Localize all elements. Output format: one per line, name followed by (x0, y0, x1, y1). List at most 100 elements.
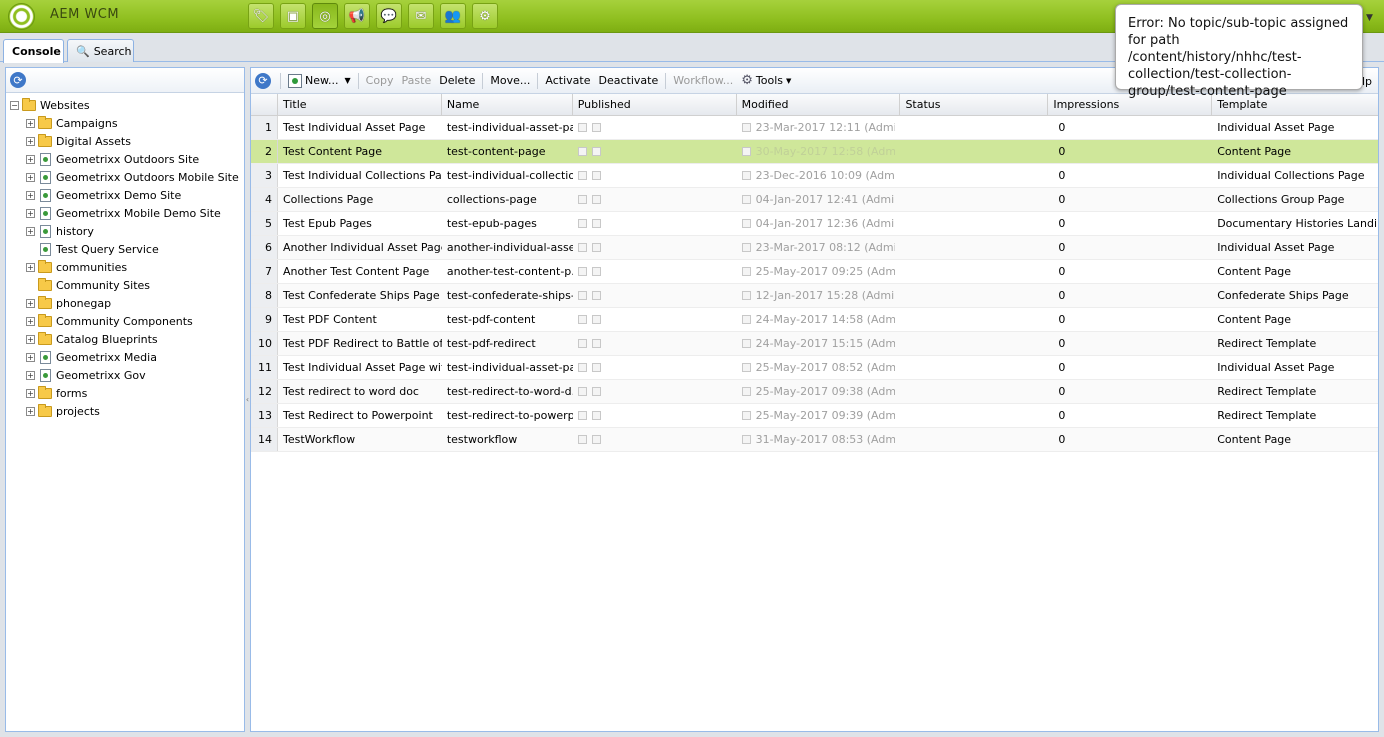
cell-published (573, 164, 737, 187)
expand-icon[interactable]: + (26, 352, 35, 362)
tree-node[interactable]: + Geometrixx Outdoors Site (6, 150, 244, 168)
table-row[interactable]: 7 Another Test Content Page another-test-c… (251, 260, 1378, 284)
new-button[interactable]: New... ▼ (284, 73, 355, 88)
tree-node[interactable]: + communities (6, 258, 244, 276)
paste-button[interactable]: Paste (398, 74, 436, 87)
expand-icon[interactable]: + (26, 118, 35, 128)
cell-template: Individual Asset Page (1217, 121, 1335, 134)
inbox-icon[interactable]: ✉ (408, 3, 434, 29)
campaign-icon[interactable]: 📢 (344, 3, 370, 29)
copy-button[interactable]: Copy (362, 74, 398, 87)
row-number: 9 (251, 308, 278, 331)
expand-icon[interactable]: + (26, 226, 35, 236)
tree-node[interactable]: + Catalog Blueprints (6, 330, 244, 348)
tree-node-websites[interactable]: − Websites (6, 96, 244, 114)
move-button[interactable]: Move... (486, 74, 534, 87)
tab-console[interactable]: Console (3, 39, 64, 63)
modified-text: 12-Jan-2017 15:28 (Adminis (755, 289, 896, 302)
header-title[interactable]: Title (278, 94, 442, 116)
table-row[interactable]: 9 Test PDF Content test-pdf-content 24-May-… (251, 308, 1378, 332)
table-row[interactable]: 3 Test Individual Collections Page test-in… (251, 164, 1378, 188)
refresh-grid-icon[interactable]: ⟳ (255, 72, 271, 89)
tree-node[interactable]: Community Sites (6, 276, 244, 294)
cell-impressions: 0 (1058, 169, 1066, 182)
expand-icon[interactable]: + (26, 136, 35, 146)
expand-icon[interactable]: + (26, 406, 35, 416)
tree-node[interactable]: + Digital Assets (6, 132, 244, 150)
header-rownum (251, 94, 278, 116)
collapse-icon[interactable]: − (10, 100, 19, 110)
table-row[interactable]: 1 Test Individual Asset Page test-individu… (251, 116, 1378, 140)
header-published[interactable]: Published (573, 94, 737, 116)
published-checkbox (577, 339, 587, 348)
expand-icon[interactable]: + (26, 298, 35, 308)
dam-icon[interactable]: ▣ (280, 3, 306, 29)
table-row[interactable]: 4 Collections Page collections-page 04-Jan-… (251, 188, 1378, 212)
tree-node[interactable]: + Geometrixx Media (6, 348, 244, 366)
table-row[interactable]: 10 Test PDF Redirect to Battle of ... test… (251, 332, 1378, 356)
table-row[interactable]: 12 Test redirect to word doc test-redirect… (251, 380, 1378, 404)
tree-node-label: forms (56, 386, 88, 400)
tree-node[interactable]: + forms (6, 384, 244, 402)
tree-node[interactable]: + Geometrixx Outdoors Mobile Site (6, 168, 244, 186)
cell-status (900, 284, 1048, 307)
tools-button[interactable]: ⚙ Tools ▼ (737, 73, 795, 88)
activate-button[interactable]: Activate (541, 74, 594, 87)
cell-title: Test Epub Pages (282, 217, 372, 230)
tree-node-label: Geometrixx Outdoors Site (56, 152, 200, 166)
table-row[interactable]: 14 TestWorkflow testworkflow 31-May-2017 08… (251, 428, 1378, 452)
expand-icon[interactable]: + (26, 370, 35, 380)
globe-icon[interactable]: ◎ (312, 3, 338, 29)
tools-icon[interactable]: ⚙ (472, 3, 498, 29)
tree-node[interactable]: + Geometrixx Mobile Demo Site (6, 204, 244, 222)
table-row[interactable]: 6 Another Individual Asset Page another-in… (251, 236, 1378, 260)
deactivate-button[interactable]: Deactivate (595, 74, 663, 87)
tab-search[interactable]: 🔍 Search (67, 39, 134, 62)
header-status[interactable]: Status (900, 94, 1049, 116)
cell-name: test-confederate-ships-... (446, 289, 573, 302)
tree-node[interactable]: + Geometrixx Gov (6, 366, 244, 384)
expand-icon[interactable]: + (26, 172, 35, 182)
users-icon[interactable]: 👥 (440, 3, 466, 29)
cell-name: collections-page (446, 193, 537, 206)
tree-node[interactable]: + projects (6, 402, 244, 420)
tree-node[interactable]: + Community Components (6, 312, 244, 330)
tree-node[interactable]: + Geometrixx Demo Site (6, 186, 244, 204)
table-row[interactable]: 5 Test Epub Pages test-epub-pages 04-Jan-20… (251, 212, 1378, 236)
refresh-tree-icon[interactable]: ⟳ (10, 72, 26, 88)
cell-published (573, 356, 737, 379)
cell-modified: 31-May-2017 08:53 (Adminis (737, 428, 901, 451)
cell-title: Test Redirect to Powerpoint (282, 409, 433, 422)
table-row[interactable]: 13 Test Redirect to Powerpoint test-redire… (251, 404, 1378, 428)
cell-impressions: 0 (1058, 361, 1066, 374)
tree-node[interactable]: + Campaigns (6, 114, 244, 132)
expand-icon[interactable]: + (26, 190, 35, 200)
header-modified[interactable]: Modified (737, 94, 901, 116)
expand-icon[interactable]: + (26, 262, 35, 272)
tooltip-dropdown-arrow-icon[interactable]: ▼ (1366, 13, 1373, 23)
delete-button[interactable]: Delete (435, 74, 479, 87)
tree-node[interactable]: + history (6, 222, 244, 240)
table-row[interactable]: 2 Test Content Page test-content-page 30-Ma… (251, 140, 1378, 164)
table-row[interactable]: 8 Test Confederate Ships Page test-confede… (251, 284, 1378, 308)
tree-node[interactable]: Test Query Service (6, 240, 244, 258)
community-icon[interactable]: 💬 (376, 3, 402, 29)
aem-logo-icon[interactable] (8, 3, 35, 30)
expand-icon[interactable]: + (26, 208, 35, 218)
table-row[interactable]: 11 Test Individual Asset Page wit... test-… (251, 356, 1378, 380)
published-checkbox (577, 411, 587, 420)
help-button[interactable]: lp (1362, 75, 1372, 88)
tree-node-label: history (56, 224, 94, 238)
expand-icon[interactable]: + (26, 154, 35, 164)
cell-published (573, 116, 737, 139)
site-tree: − Websites + Campaigns + Digital Assets + Geo… (6, 93, 244, 420)
expand-icon[interactable]: + (26, 334, 35, 344)
expand-icon[interactable]: + (26, 388, 35, 398)
header-name[interactable]: Name (442, 94, 573, 116)
tree-node[interactable]: + phonegap (6, 294, 244, 312)
workflow-button[interactable]: Workflow... (669, 74, 737, 87)
cell-template: Collections Group Page (1217, 193, 1345, 206)
expand-icon[interactable]: + (26, 316, 35, 326)
tag-icon[interactable]: 🏷 (248, 3, 274, 29)
modified-checkbox (741, 219, 751, 228)
